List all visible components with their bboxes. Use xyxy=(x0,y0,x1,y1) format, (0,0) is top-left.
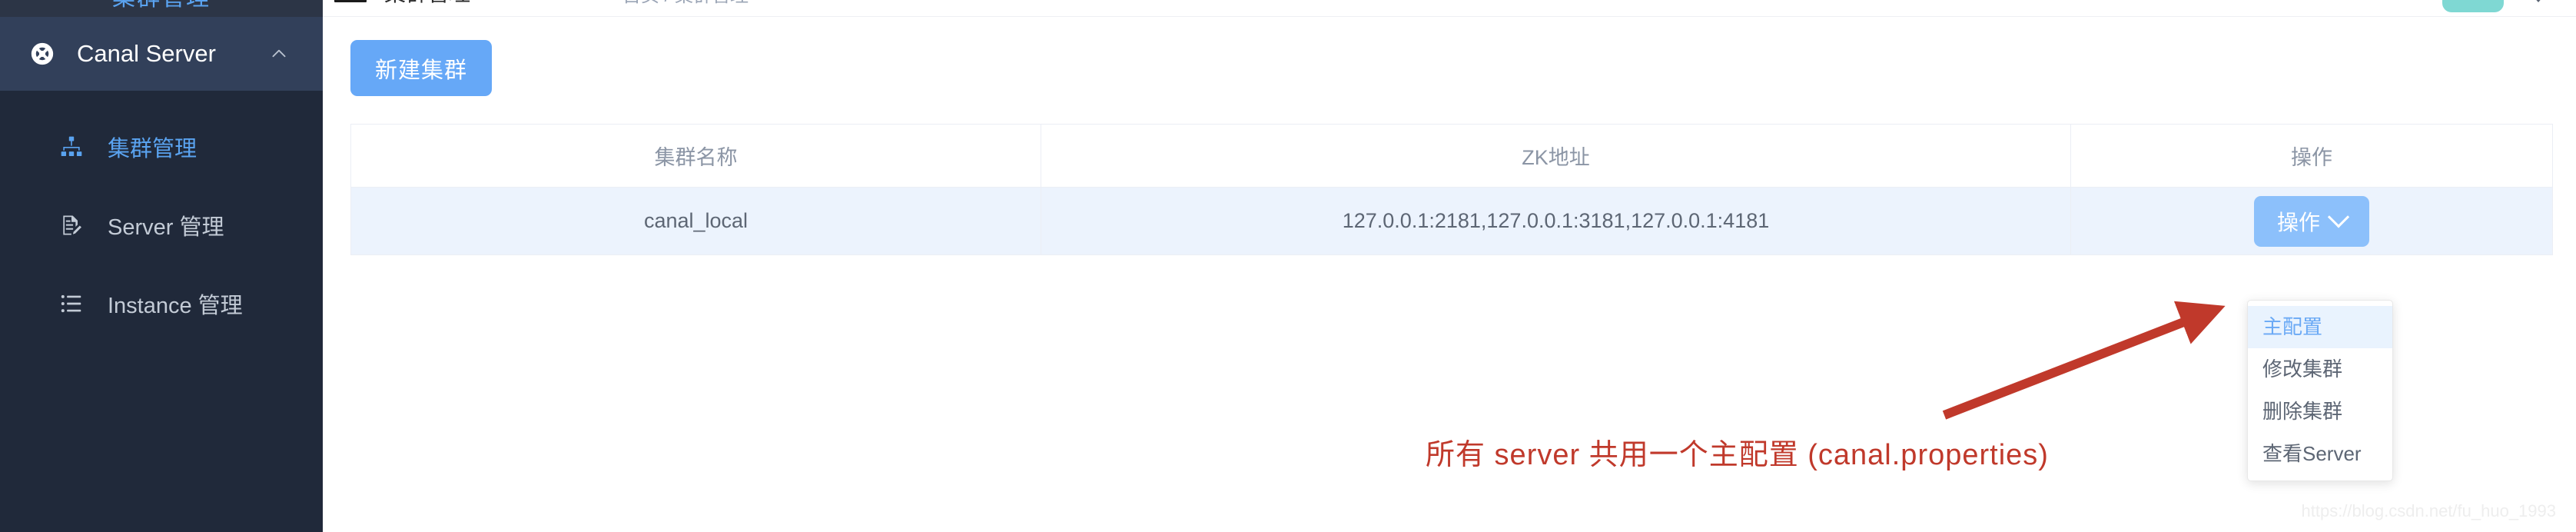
table-header-row: 集群名称 ZK地址 操作 xyxy=(350,124,2553,188)
table-row: canal_local 127.0.0.1:2181,127.0.0.1:318… xyxy=(350,187,2553,255)
sidebar-item-server-management[interactable]: Server 管理 xyxy=(0,186,323,264)
row-action-label: 操作 xyxy=(2276,210,2320,234)
cell-cluster-name: canal_local xyxy=(350,187,1041,255)
menu-item-main-config[interactable]: 主配置 xyxy=(2248,306,2392,348)
cluster-table-wrap: 集群名称 ZK地址 操作 canal_local 127.0.0.1:2181,… xyxy=(350,124,2553,255)
sidebar-item-instance-management[interactable]: Instance 管理 xyxy=(0,264,323,343)
avatar-face xyxy=(2450,0,2496,12)
new-cluster-button[interactable]: 新建集群 xyxy=(350,40,493,96)
sidebar-item-cluster-management[interactable]: 集群管理 xyxy=(0,108,323,186)
watermark: https://blog.csdn.net/fu_huo_1993 xyxy=(2301,501,2556,520)
sidebar-clipped-title: 集群管理 xyxy=(0,0,323,12)
hamburger-icon[interactable] xyxy=(334,0,367,3)
page-title: 集群管理 xyxy=(384,0,470,8)
cluster-table: 集群名称 ZK地址 操作 canal_local 127.0.0.1:2181,… xyxy=(350,124,2553,255)
app-root: 集群管理 Canal Server xyxy=(0,0,2576,532)
caret-down-icon[interactable] xyxy=(2528,0,2548,2)
table-body: canal_local 127.0.0.1:2181,127.0.0.1:318… xyxy=(350,187,2553,255)
list-icon xyxy=(58,291,85,317)
topbar: 集群管理 首页 / 集群管理 xyxy=(323,0,2576,17)
table-head: 集群名称 ZK地址 操作 xyxy=(350,124,2553,188)
lifebuoy-icon xyxy=(29,41,55,67)
breadcrumb: 首页 / 集群管理 xyxy=(622,0,749,7)
sitemap-icon xyxy=(58,134,85,160)
menu-item-delete-cluster[interactable]: 删除集群 xyxy=(2248,391,2392,433)
chevron-up-icon[interactable] xyxy=(269,44,289,64)
sidebar-item-label: Server 管理 xyxy=(108,215,224,240)
cell-action: 操作 xyxy=(2070,187,2553,255)
column-header-zk-address: ZK地址 xyxy=(1041,124,2071,188)
chevron-down-icon xyxy=(2327,205,2350,228)
main-content: 集群管理 首页 / 集群管理 新建集群 集群名称 ZK地址 xyxy=(323,0,2576,532)
cell-zk-address: 127.0.0.1:2181,127.0.0.1:3181,127.0.0.1:… xyxy=(1041,187,2071,255)
column-header-cluster-name: 集群名称 xyxy=(350,124,1041,188)
sidebar-group-label: Canal Server xyxy=(77,40,216,67)
menu-item-view-server[interactable]: 查看Server xyxy=(2248,433,2392,475)
row-action-menu[interactable]: 主配置 修改集群 删除集群 查看Server xyxy=(2247,300,2393,481)
document-edit-icon xyxy=(58,212,85,238)
sidebar-group-canal-server[interactable]: Canal Server xyxy=(0,17,323,91)
avatar[interactable] xyxy=(2442,0,2504,12)
sidebar: 集群管理 Canal Server xyxy=(0,0,323,532)
content-area: 新建集群 集群名称 ZK地址 操作 canal_local 127.0.0.1:… xyxy=(323,17,2576,481)
sidebar-item-label: 集群管理 xyxy=(108,137,198,161)
row-action-dropdown-button[interactable]: 操作 xyxy=(2253,195,2369,247)
column-header-action: 操作 xyxy=(2070,124,2553,188)
menu-item-edit-cluster[interactable]: 修改集群 xyxy=(2248,348,2392,391)
sidebar-top-strip: 集群管理 xyxy=(0,0,323,17)
sidebar-item-label: Instance 管理 xyxy=(108,294,243,318)
sidebar-menu: 集群管理 Server 管理 Instance 管理 xyxy=(0,91,323,343)
